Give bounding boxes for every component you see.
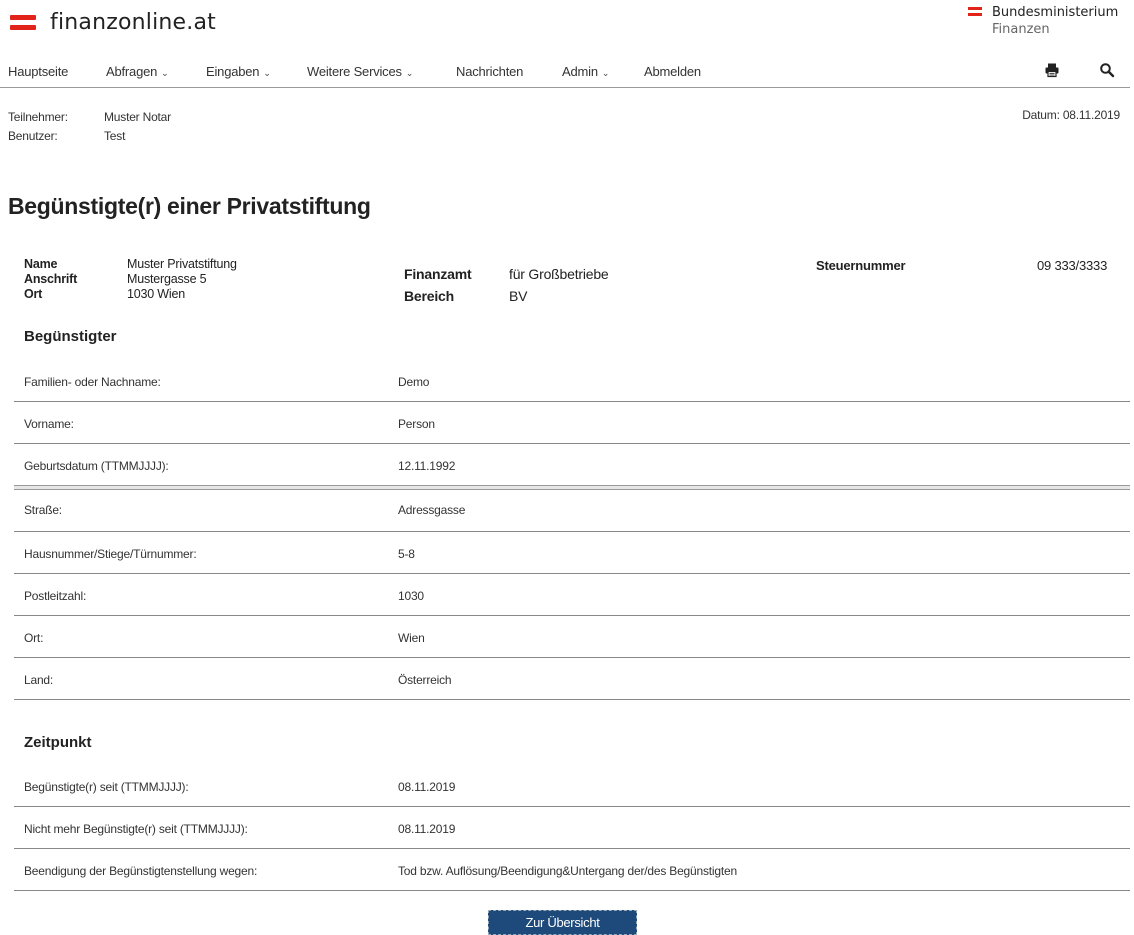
page-title: Begünstigte(r) einer Privatstiftung (8, 193, 371, 219)
finanzamt-label: Finanzamt (404, 266, 472, 282)
table-row: Begünstigte(r) seit (TTMMJJJJ): 08.11.20… (14, 765, 1130, 807)
table-row: Familien- oder Nachname: Demo (14, 360, 1130, 402)
benutzer-value: Test (104, 129, 126, 143)
teilnehmer-label: Teilnehmer: (8, 110, 68, 124)
teilnehmer-value: Muster Notar (104, 110, 171, 124)
search-icon[interactable] (1099, 62, 1115, 78)
field-label: Begünstigte(r) seit (TTMMJJJJ): (24, 780, 189, 794)
ministry-subname: Finanzen (992, 22, 1050, 37)
summary-labels-left: Name Anschrift Ort (24, 257, 77, 302)
nav-item-abmelden[interactable]: Abmelden (644, 64, 701, 79)
austria-flag-icon (10, 14, 36, 30)
ministry-flag-icon (968, 4, 982, 38)
nav-item-admin[interactable]: Admin ⌄ (562, 64, 609, 79)
date-display: Datum: 08.11.2019 (1022, 108, 1120, 122)
ort-label: Ort (24, 287, 43, 301)
name-value: Muster Privatstiftung (127, 257, 237, 271)
field-value: 5-8 (398, 547, 415, 561)
summary-values-left: Muster Privatstiftung Mustergasse 5 1030… (127, 257, 237, 302)
summary-values-middle: für Großbetriebe BV (509, 263, 609, 307)
table-row: Nicht mehr Begünstigte(r) seit (TTMMJJJJ… (14, 807, 1130, 849)
field-label: Geburtsdatum (TTMMJJJJ): (24, 459, 169, 473)
chevron-down-icon: ⌄ (161, 68, 169, 78)
nav-item-abfragen[interactable]: Abfragen ⌄ (106, 64, 169, 79)
steuernummer-label-wrap: Steuernummer (816, 258, 906, 273)
field-value: 08.11.2019 (398, 822, 456, 836)
field-label: Familien- oder Nachname: (24, 375, 161, 389)
section-heading-beguenstigter: Begünstigter (24, 328, 117, 345)
field-value: Tod bzw. Auflösung/Beendigung&Untergang … (398, 864, 737, 878)
field-label: Ort: (24, 631, 44, 645)
anschrift-value: Mustergasse 5 (127, 272, 207, 286)
field-value: Adressgasse (398, 503, 466, 517)
chevron-down-icon: ⌄ (263, 68, 271, 78)
table-row: Postleitzahl: 1030 (14, 574, 1130, 616)
field-label: Nicht mehr Begünstigte(r) seit (TTMMJJJJ… (24, 822, 248, 836)
brand-logo[interactable]: finanzonline.at (10, 8, 216, 36)
nav-item-weitere-services[interactable]: Weitere Services ⌄ (307, 64, 413, 79)
field-label: Straße: (24, 503, 62, 517)
table-row: Straße: Adressgasse (14, 490, 1130, 532)
name-label: Name (24, 257, 58, 271)
field-label: Beendigung der Begünstigtenstellung wege… (24, 864, 258, 878)
field-value: Person (398, 417, 435, 431)
chevron-down-icon: ⌄ (405, 68, 414, 78)
ministry-name: Bundesministerium (992, 5, 1119, 20)
overview-button[interactable]: Zur Übersicht (488, 910, 637, 935)
table-row: Beendigung der Begünstigtenstellung wege… (14, 849, 1130, 891)
field-value: 12.11.1992 (398, 459, 456, 473)
field-label: Postleitzahl: (24, 589, 87, 603)
summary-labels-middle: Finanzamt Bereich (404, 263, 472, 307)
ministry-logo[interactable]: Bundesministerium Finanzen (968, 4, 1118, 38)
bereich-value: BV (509, 288, 528, 304)
field-value: Wien (398, 631, 425, 645)
field-label: Hausnummer/Stiege/Türnummer: (24, 547, 197, 561)
table-row: Hausnummer/Stiege/Türnummer: 5-8 (14, 532, 1130, 574)
steuernummer-label: Steuernummer (816, 258, 906, 273)
nav-item-eingaben[interactable]: Eingaben ⌄ (206, 64, 271, 79)
field-value: Demo (398, 375, 430, 389)
nav-item-hauptseite[interactable]: Hauptseite (8, 64, 68, 79)
bereich-label: Bereich (404, 288, 454, 304)
finanzamt-value: für Großbetriebe (509, 266, 609, 282)
steuernummer-value: 09 333/3333 (1037, 258, 1108, 273)
print-icon[interactable] (1044, 62, 1060, 78)
table-row: Land: Österreich (14, 658, 1130, 700)
table-row: Ort: Wien (14, 616, 1130, 658)
brand-name: finanzonline.at (50, 9, 216, 35)
table-row: Geburtsdatum (TTMMJJJJ): 12.11.1992 (14, 444, 1130, 486)
benutzer-label: Benutzer: (8, 129, 58, 143)
table-row: Vorname: Person (14, 402, 1130, 444)
field-value: 1030 (398, 589, 424, 603)
anschrift-label: Anschrift (24, 272, 78, 286)
nav-item-nachrichten[interactable]: Nachrichten (456, 64, 523, 79)
ort-value: 1030 Wien (127, 287, 185, 301)
chevron-down-icon: ⌄ (601, 68, 610, 78)
field-value: Österreich (398, 673, 452, 687)
field-label: Vorname: (24, 417, 74, 431)
main-navigation: Hauptseite Abfragen ⌄ Eingaben ⌄ Weitere S… (0, 58, 1130, 88)
field-label: Land: (24, 673, 54, 687)
section-heading-zeitpunkt: Zeitpunkt (24, 734, 92, 751)
field-value: 08.11.2019 (398, 780, 456, 794)
